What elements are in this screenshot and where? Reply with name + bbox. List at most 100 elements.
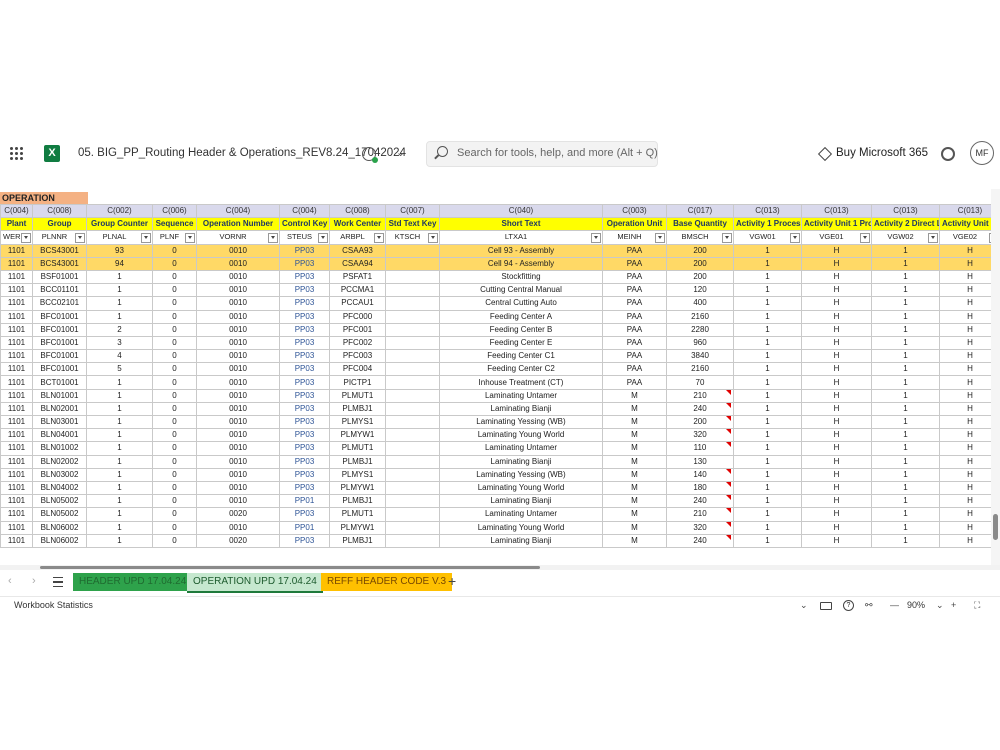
table-row[interactable]: 1101 BLN04002 1 0 0010 PP03 PLMYW1 Laminating Y… [0, 480, 1000, 496]
table-cell[interactable]: 0 [152, 309, 197, 324]
table-cell[interactable]: PCCAU1 [329, 296, 386, 311]
comment-indicator-icon[interactable] [726, 416, 731, 421]
table-cell[interactable]: BFC01001 [32, 309, 87, 324]
table-row[interactable]: 1101 BLN03002 1 0 0010 PP03 PLMYS1 Laminating Y… [0, 467, 1000, 482]
table-cell[interactable]: PP03 [279, 349, 330, 364]
table-cell[interactable]: CSAA94 [329, 256, 386, 271]
table-cell[interactable]: BCS43001 [32, 243, 87, 258]
app-launcher-icon[interactable] [10, 147, 24, 161]
table-cell[interactable]: 0010 [196, 414, 280, 430]
table-cell[interactable]: 0010 [196, 322, 280, 337]
table-row[interactable]: 1101 BLN05002 1 0 0020 PP03 PLMUT1 Laminating U… [0, 507, 1000, 522]
chevron-down-icon[interactable]: ⌄ [800, 600, 808, 611]
table-cell[interactable]: H [801, 322, 872, 337]
table-cell[interactable]: M [602, 441, 667, 456]
table-cell[interactable]: H [801, 454, 872, 469]
table-cell[interactable]: PFC001 [329, 322, 386, 337]
column-header[interactable]: Std Text Key [385, 217, 440, 232]
table-cell[interactable]: PAA [602, 362, 667, 377]
table-cell[interactable]: Stockfitting [439, 269, 603, 285]
table-cell[interactable]: 1101 [0, 480, 33, 496]
table-cell[interactable]: H [801, 533, 872, 548]
table-cell[interactable]: CSAA93 [329, 243, 386, 258]
table-cell[interactable]: PLMYW1 [329, 520, 386, 535]
table-cell[interactable]: M [602, 428, 667, 443]
table-cell[interactable]: 1 [871, 362, 940, 377]
table-cell[interactable]: PLMYS1 [329, 467, 386, 482]
table-cell[interactable]: 200 [666, 243, 734, 258]
table-cell[interactable]: H [801, 283, 872, 298]
table-cell[interactable]: 960 [666, 335, 734, 351]
table-cell[interactable]: Feeding Center C1 [439, 349, 603, 364]
table-cell[interactable]: 3840 [666, 349, 734, 364]
table-cell[interactable]: 1 [871, 283, 940, 298]
column-header[interactable]: Operation Number [196, 217, 280, 232]
zoom-out-button[interactable]: — [890, 600, 899, 610]
table-cell[interactable]: Laminating Yessing (WB) [439, 414, 603, 430]
table-cell[interactable]: 200 [666, 414, 734, 430]
column-code[interactable]: C(013) [871, 203, 940, 219]
table-cell[interactable]: 1101 [0, 269, 33, 285]
vertical-scroll-thumb[interactable] [993, 514, 998, 540]
table-cell[interactable]: 1 [733, 428, 802, 443]
table-cell[interactable]: Feeding Center E [439, 335, 603, 351]
table-cell[interactable] [385, 243, 440, 258]
filter-dropdown-icon[interactable] [928, 233, 938, 244]
column-code[interactable]: C(008) [329, 203, 386, 219]
table-cell[interactable]: BLN03002 [32, 467, 87, 482]
table-cell[interactable]: PP03 [279, 296, 330, 311]
table-cell[interactable]: 2160 [666, 309, 734, 324]
column-code[interactable]: C(004) [196, 203, 280, 219]
table-cell[interactable]: BLN02002 [32, 454, 87, 469]
table-cell[interactable]: BLN06002 [32, 520, 87, 535]
field-name-cell[interactable]: LTXA1 [439, 230, 603, 245]
buy-microsoft-365-button[interactable]: Buy Microsoft 365 [836, 147, 928, 159]
table-cell[interactable]: BFC01001 [32, 322, 87, 337]
table-cell[interactable]: PLMBJ1 [329, 454, 386, 469]
table-cell[interactable]: PLMUT1 [329, 507, 386, 522]
table-cell[interactable]: BLN02001 [32, 401, 87, 417]
table-cell[interactable]: 1101 [0, 533, 33, 548]
table-cell[interactable]: 1 [86, 533, 153, 548]
table-cell[interactable]: 1 [871, 322, 940, 337]
table-cell[interactable]: 1 [86, 375, 153, 390]
table-cell[interactable] [385, 349, 440, 364]
table-cell[interactable]: 0 [152, 441, 197, 456]
table-cell[interactable] [385, 454, 440, 469]
field-name-cell[interactable]: PLNNR [32, 230, 87, 245]
help-icon[interactable]: ? [843, 600, 854, 611]
table-cell[interactable] [385, 296, 440, 311]
table-cell[interactable]: 1101 [0, 375, 33, 390]
table-cell[interactable]: 1101 [0, 428, 33, 443]
table-cell[interactable]: Cell 94 - Assembly [439, 256, 603, 271]
table-cell[interactable]: 1 [871, 243, 940, 258]
table-cell[interactable]: 0010 [196, 494, 280, 509]
table-cell[interactable]: Laminating Untamer [439, 388, 603, 403]
table-cell[interactable]: Laminating Yessing (WB) [439, 467, 603, 482]
workbook-statistics-button[interactable]: Workbook Statistics [14, 600, 93, 610]
table-cell[interactable]: 1101 [0, 283, 33, 298]
table-cell[interactable]: 0 [152, 335, 197, 351]
table-cell[interactable]: PAA [602, 322, 667, 337]
table-cell[interactable]: 0 [152, 296, 197, 311]
table-cell[interactable]: Laminating Bianji [439, 454, 603, 469]
table-cell[interactable]: 1 [86, 401, 153, 417]
table-cell[interactable]: 1 [733, 375, 802, 390]
table-cell[interactable]: 0020 [196, 533, 280, 548]
table-cell[interactable]: Feeding Center B [439, 322, 603, 337]
table-cell[interactable]: 0020 [196, 507, 280, 522]
table-cell[interactable]: PP03 [279, 480, 330, 496]
table-cell[interactable]: BLN04002 [32, 480, 87, 496]
table-cell[interactable]: 1 [871, 520, 940, 535]
table-cell[interactable]: Cell 93 - Assembly [439, 243, 603, 258]
table-cell[interactable]: PFC003 [329, 349, 386, 364]
add-sheet-button[interactable]: + [448, 573, 456, 589]
table-cell[interactable]: PLMYS1 [329, 414, 386, 430]
table-cell[interactable]: 1 [733, 480, 802, 496]
table-cell[interactable]: 1 [871, 349, 940, 364]
table-cell[interactable]: 1101 [0, 454, 33, 469]
filter-dropdown-icon[interactable] [428, 233, 438, 244]
table-cell[interactable]: 0 [152, 428, 197, 443]
table-cell[interactable]: M [602, 401, 667, 417]
table-cell[interactable] [385, 401, 440, 417]
